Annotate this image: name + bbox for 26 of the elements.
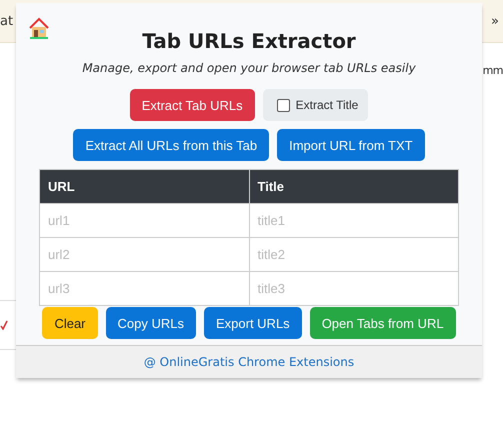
bookmarks-overflow[interactable]: » [491, 14, 499, 28]
home-icon[interactable] [28, 17, 50, 39]
table-cell: title3 [249, 272, 458, 306]
table-cell: url1 [40, 204, 249, 238]
bookmark-label[interactable]: at [0, 14, 14, 28]
action-button[interactable]: Clear [42, 307, 98, 339]
footer-link[interactable]: @ OnlineGratis Chrome Extensions [144, 355, 354, 369]
table-cell: title2 [249, 238, 458, 272]
extract-button[interactable]: Extract Tab URLs [130, 89, 255, 121]
action-button[interactable]: Open Tabs from URL [310, 307, 456, 339]
table-cell: url2 [40, 238, 249, 272]
action-button[interactable]: Import URL from TXT [277, 129, 425, 161]
app-title: Tab URLs Extractor [142, 29, 356, 53]
table-cell: url3 [40, 272, 249, 306]
action-button[interactable]: Export URLs [204, 307, 302, 339]
table-cell: title1 [249, 204, 458, 238]
action-button[interactable]: Copy URLs [106, 307, 196, 339]
column-header: URL [40, 170, 249, 204]
extract-title-checkbox[interactable]: Extract Title [262, 89, 368, 121]
check-icon [0, 320, 8, 330]
column-header: Title [249, 170, 458, 204]
app-subtitle: Manage, export and open your browser tab URLs easily [82, 61, 416, 75]
page-text: mm [482, 64, 503, 77]
checkbox[interactable] [276, 98, 290, 112]
checkbox-label: Extract Title [296, 98, 358, 112]
action-button[interactable]: Extract All URLs from this Tab [73, 129, 270, 161]
